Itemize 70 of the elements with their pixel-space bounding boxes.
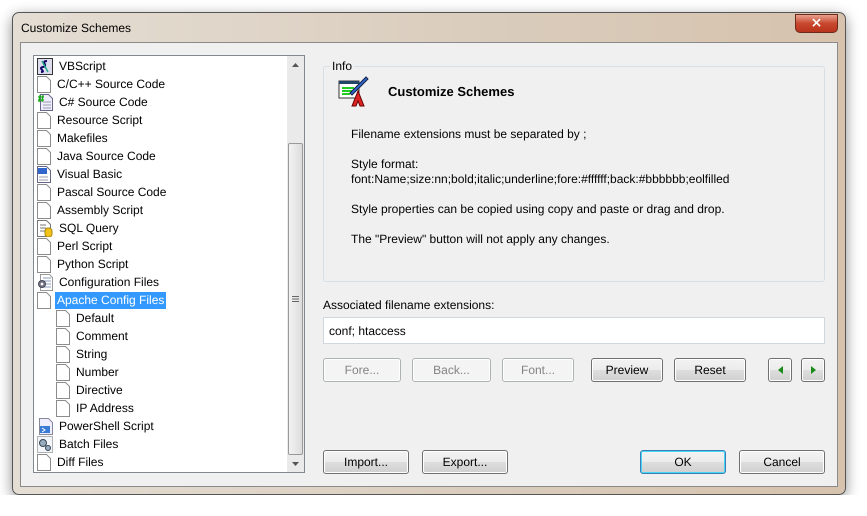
document-icon (37, 76, 51, 92)
tree-item[interactable]: Default (74, 310, 116, 326)
next-button[interactable] (801, 358, 825, 382)
scroll-down-icon (292, 462, 299, 466)
tree-item[interactable]: SQL Query (57, 220, 121, 236)
document-icon (56, 328, 70, 344)
extensions-field[interactable]: conf; htaccess (323, 317, 825, 344)
right-arrow-icon (810, 366, 816, 374)
document-icon (56, 346, 70, 362)
csharp-file-icon (37, 94, 53, 110)
field-label: Associated filename extensions: (323, 298, 496, 312)
style-button[interactable]: Reset (674, 358, 746, 382)
info-text: The "Preview" button will not apply any changes. (351, 231, 611, 247)
tree-item[interactable]: Resource Script (55, 112, 144, 128)
tree-item[interactable]: Makefiles (55, 130, 110, 146)
tree-item[interactable]: C/C++ Source Code (55, 76, 168, 92)
left-arrow-icon (778, 366, 782, 374)
script-icon (37, 58, 53, 74)
info-text: Style properties can be copied using copy and paste or drag and drop. (351, 201, 726, 217)
document-icon (56, 310, 70, 326)
document-icon (56, 364, 70, 380)
dialog-button[interactable]: Export... (422, 450, 508, 474)
tree-item[interactable]: PowerShell Script (57, 418, 156, 434)
tree-item[interactable]: Perl Script (55, 238, 114, 254)
document-icon (37, 292, 51, 308)
dialog-button[interactable]: OK (640, 450, 726, 474)
document-icon (37, 256, 51, 272)
document-icon (37, 148, 51, 164)
tree-item[interactable]: VBScript (57, 58, 108, 74)
previous-button[interactable] (768, 358, 792, 382)
dialog-button[interactable]: Cancel (739, 450, 825, 474)
tree-item[interactable]: Visual Basic (55, 166, 124, 182)
pen-and-letter-icon (338, 75, 370, 107)
tree-item[interactable]: C# Source Code (57, 94, 150, 110)
tree-item[interactable]: Comment (74, 328, 130, 344)
tree-item[interactable]: Configuration Files (57, 274, 162, 290)
window-title: Customize Schemes (20, 20, 132, 34)
tree-item[interactable]: Batch Files (57, 436, 120, 452)
dialog-button[interactable]: Import... (323, 450, 409, 474)
info-text: Filename extensions must be separated by ; (351, 126, 588, 142)
style-button[interactable]: Preview (591, 358, 663, 382)
info-heading: Customize Schemes (388, 84, 514, 98)
document-icon (56, 382, 70, 398)
tree-item[interactable]: Diff Files (55, 454, 106, 470)
vb-file-icon (37, 166, 51, 182)
document-icon (37, 130, 51, 146)
powershell-file-icon (37, 418, 53, 434)
tree-item[interactable]: Assembly Script (55, 202, 146, 218)
scroll-up-icon (292, 62, 299, 66)
tree-item[interactable]: Python Script (55, 256, 130, 272)
document-icon (37, 238, 51, 254)
grip-icon (292, 296, 299, 302)
tree-item[interactable]: IP Address (74, 400, 136, 416)
document-icon (37, 202, 51, 218)
gear-file-icon (37, 274, 53, 290)
document-icon (56, 400, 70, 416)
tree-item[interactable]: Java Source Code (55, 148, 158, 164)
batch-file-icon (37, 436, 53, 452)
group-label: Info (331, 59, 354, 73)
close-button[interactable]: × (795, 14, 838, 32)
scrollbar[interactable] (287, 56, 304, 472)
tree-item[interactable]: Directive (74, 382, 125, 398)
document-icon (37, 112, 51, 128)
document-icon (37, 184, 51, 200)
tree-item[interactable]: String (74, 346, 110, 362)
document-icon (37, 454, 51, 470)
info-text: Style format: font:Name;size:nn;bold;italic;underline;fore:#ffffff;back:#bbbbbb;eolfilled (351, 156, 730, 187)
tree-item[interactable]: Number (74, 364, 121, 380)
tree-item[interactable]: Pascal Source Code (55, 184, 168, 200)
database-file-icon (37, 220, 53, 236)
